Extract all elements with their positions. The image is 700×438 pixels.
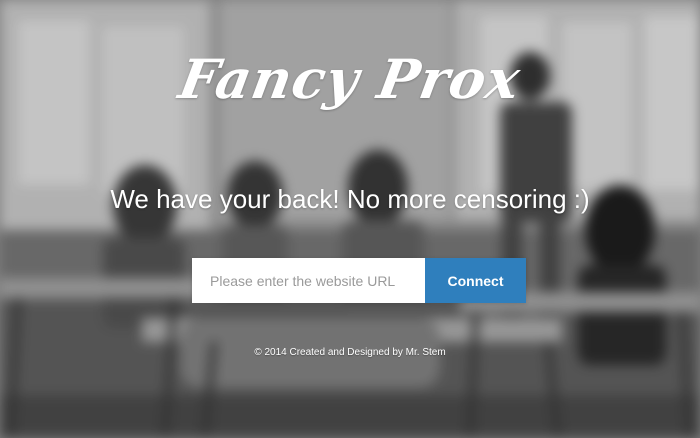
website-url-input[interactable] [192,258,425,303]
landing-page: Fancy Prox We have your back! No more ce… [0,0,700,438]
url-proxy-form: Connect [192,258,526,303]
brand-logo: Fancy Prox [174,47,526,111]
connect-button[interactable]: Connect [425,258,526,303]
hero-tagline: We have your back! No more censoring :) [110,184,590,214]
hero-content: Fancy Prox We have your back! No more ce… [0,0,700,438]
footer-credit: © 2014 Created and Designed by Mr. Stem [254,347,446,358]
